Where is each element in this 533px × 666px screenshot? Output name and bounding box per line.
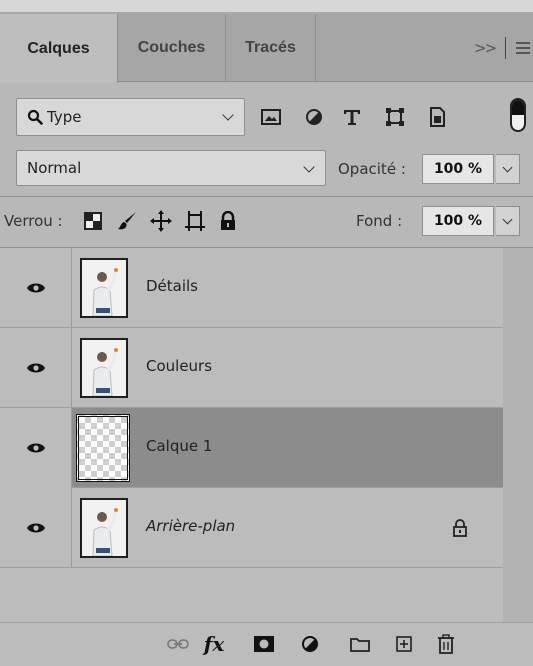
add-mask-icon[interactable] — [250, 630, 278, 658]
layer-row[interactable]: Couleurs — [0, 328, 503, 408]
filter-toggle-switch[interactable] — [510, 98, 526, 132]
fill-dropdown-button[interactable] — [496, 206, 520, 236]
opacity-label: Opacité : — [338, 160, 406, 178]
panel-menu-icon[interactable] — [516, 42, 531, 54]
layer-row[interactable]: Détails — [0, 248, 503, 328]
opacity-input[interactable]: 100 % — [422, 154, 494, 184]
lock-position-icon[interactable] — [148, 208, 174, 234]
layer-name: Arrière-plan — [146, 517, 236, 535]
visibility-toggle[interactable] — [0, 408, 72, 488]
adjustment-layer-icon[interactable] — [296, 630, 324, 658]
layer-row[interactable]: Arrière-plan — [0, 488, 503, 568]
filter-type-label: Type — [47, 108, 82, 126]
tab-traces[interactable]: Tracés — [226, 14, 316, 82]
link-layers-icon[interactable] — [164, 630, 192, 658]
layers-scrollbar[interactable] — [503, 248, 533, 622]
fx-icon[interactable]: fx — [200, 630, 228, 658]
new-layer-icon[interactable] — [390, 630, 418, 658]
chevron-down-icon — [222, 109, 234, 121]
eye-icon — [26, 443, 45, 453]
chevron-down-icon — [303, 161, 315, 173]
options-divider — [0, 196, 533, 197]
shape-filter-icon[interactable] — [381, 103, 409, 131]
smart-object-filter-icon[interactable] — [423, 103, 451, 131]
lock-artboard-icon[interactable] — [182, 208, 208, 234]
layer-thumbnail[interactable] — [80, 258, 128, 318]
new-group-icon[interactable] — [346, 630, 374, 658]
lock-all-icon[interactable] — [215, 208, 241, 234]
eye-icon — [26, 283, 45, 293]
opacity-dropdown-button[interactable] — [496, 154, 520, 184]
tab-couches[interactable]: Couches — [118, 14, 226, 82]
layer-thumbnail[interactable] — [80, 338, 128, 398]
visibility-toggle[interactable] — [0, 328, 72, 408]
blend-mode-label: Normal — [27, 159, 82, 177]
layer-name: Calque 1 — [146, 437, 213, 455]
layer-name: Détails — [146, 277, 199, 295]
layer-filter-select[interactable]: Type — [16, 98, 245, 136]
tab-calques[interactable]: Calques — [0, 14, 118, 83]
panel-top-strip — [0, 0, 533, 12]
lock-icon[interactable] — [452, 518, 470, 538]
layer-name: Couleurs — [146, 357, 213, 375]
lock-label: Verrou : — [4, 212, 63, 230]
lock-transparent-pixels-icon[interactable] — [80, 208, 106, 234]
fill-label: Fond : — [356, 212, 403, 230]
lock-image-pixels-icon[interactable] — [114, 208, 140, 234]
layer-thumbnail[interactable] — [76, 414, 130, 482]
fill-input[interactable]: 100 % — [422, 206, 494, 236]
tab-menu: >> — [474, 14, 531, 82]
image-filter-icon[interactable] — [257, 103, 285, 131]
layer-thumbnail[interactable] — [80, 498, 128, 558]
visibility-toggle[interactable] — [0, 248, 72, 328]
panel-collapse-button[interactable]: >> — [474, 39, 497, 57]
delete-layer-icon[interactable] — [432, 630, 460, 658]
adjustment-filter-icon[interactable] — [300, 103, 328, 131]
tab-menu-separator — [505, 37, 507, 59]
eye-icon — [26, 523, 45, 533]
eye-icon — [26, 363, 45, 373]
blend-mode-select[interactable]: Normal — [16, 150, 326, 186]
text-filter-icon[interactable] — [338, 103, 366, 131]
layer-row-selected[interactable]: Calque 1 — [0, 408, 503, 488]
visibility-toggle[interactable] — [0, 488, 72, 568]
search-icon — [27, 109, 43, 125]
